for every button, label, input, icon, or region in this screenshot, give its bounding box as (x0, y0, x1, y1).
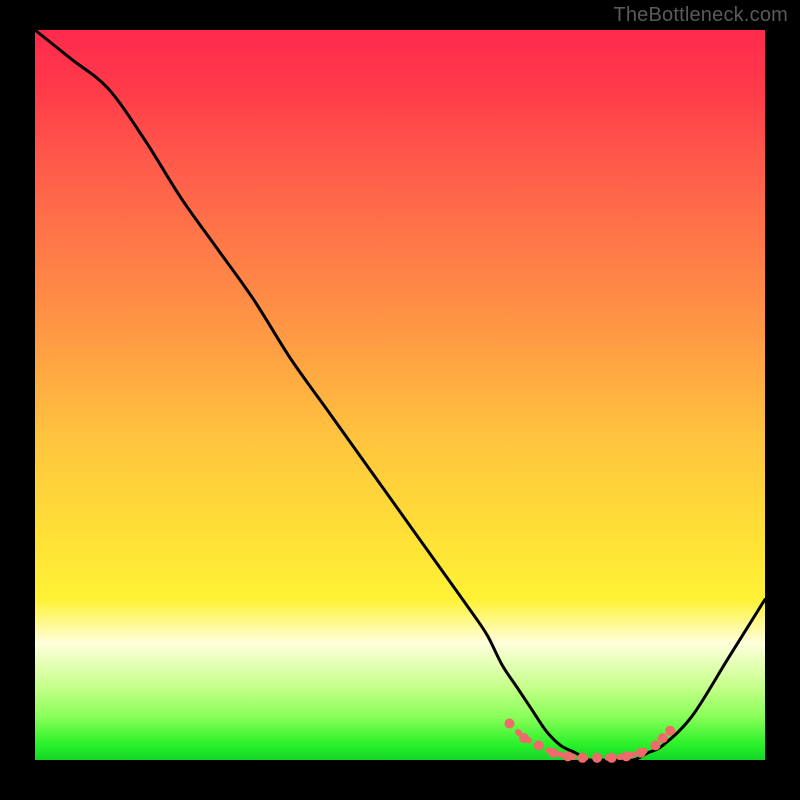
marker-dot (563, 751, 573, 761)
marker-dot (534, 740, 544, 750)
plot-area (35, 30, 765, 760)
watermark-text: TheBottleneck.com (613, 4, 788, 27)
marker-dot (592, 753, 602, 763)
marker-connector (510, 724, 671, 758)
marker-dot (505, 719, 515, 729)
marker-group (505, 719, 676, 763)
marker-dot (658, 733, 668, 743)
chart-frame: TheBottleneck.com (0, 0, 800, 800)
curve-svg (35, 30, 765, 760)
marker-dot (636, 748, 646, 758)
marker-dot (578, 753, 588, 763)
marker-dot (621, 751, 631, 761)
bottleneck-curve (35, 30, 765, 761)
marker-dot (607, 753, 617, 763)
marker-dot (651, 740, 661, 750)
marker-dot (548, 748, 558, 758)
marker-dot (519, 733, 529, 743)
marker-dot (665, 726, 675, 736)
